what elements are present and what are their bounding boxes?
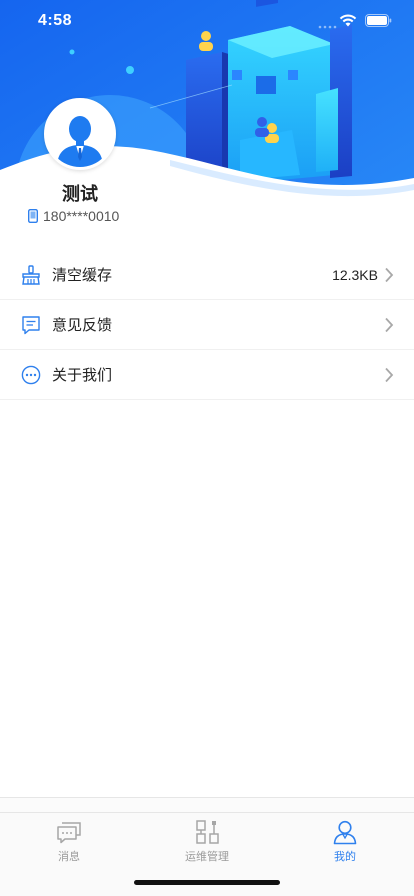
- menu-item-about-us[interactable]: 关于我们: [0, 350, 414, 400]
- menu-item-label: 清空缓存: [52, 266, 113, 284]
- chat-icon: [57, 822, 81, 844]
- feedback-icon: [20, 314, 42, 336]
- tab-label: 消息: [58, 850, 80, 863]
- profile-header: 4:58 测试 180****0010: [0, 0, 414, 250]
- user-phone: 180****0010: [43, 208, 120, 224]
- chevron-right-icon: [385, 367, 394, 382]
- user-icon: [333, 820, 357, 845]
- battery-icon: [365, 14, 392, 27]
- phone-icon: [28, 209, 38, 223]
- status-icons: [339, 14, 392, 27]
- chevron-right-icon: [385, 317, 394, 332]
- status-bar: 4:58: [0, 0, 414, 44]
- tab-label: 运维管理: [185, 850, 229, 863]
- menu-item-label: 意见反馈: [52, 316, 113, 334]
- wifi-icon: [339, 14, 357, 27]
- settings-menu: 清空缓存 12.3KB 意见反馈 关于我们: [0, 250, 414, 400]
- avatar-person-icon: [47, 101, 113, 167]
- cache-size: 12.3KB: [332, 266, 378, 283]
- tabbar-divider: [0, 797, 414, 813]
- tab-mine[interactable]: 我的: [276, 813, 414, 896]
- menu-item-feedback[interactable]: 意见反馈: [0, 300, 414, 350]
- menu-item-clear-cache[interactable]: 清空缓存 12.3KB: [0, 250, 414, 300]
- user-phone-row: 180****0010: [28, 208, 119, 224]
- more-dots-icon: [20, 364, 42, 386]
- status-time: 4:58: [38, 12, 73, 29]
- chevron-right-icon: [385, 267, 394, 282]
- tab-messages[interactable]: 消息: [0, 813, 138, 896]
- menu-item-label: 关于我们: [52, 366, 113, 384]
- flowchart-icon: [196, 820, 219, 844]
- user-name: 测试: [62, 184, 98, 205]
- tab-label: 我的: [334, 850, 356, 863]
- home-indicator: [134, 880, 280, 885]
- broom-icon: [20, 264, 42, 286]
- avatar[interactable]: [44, 98, 116, 170]
